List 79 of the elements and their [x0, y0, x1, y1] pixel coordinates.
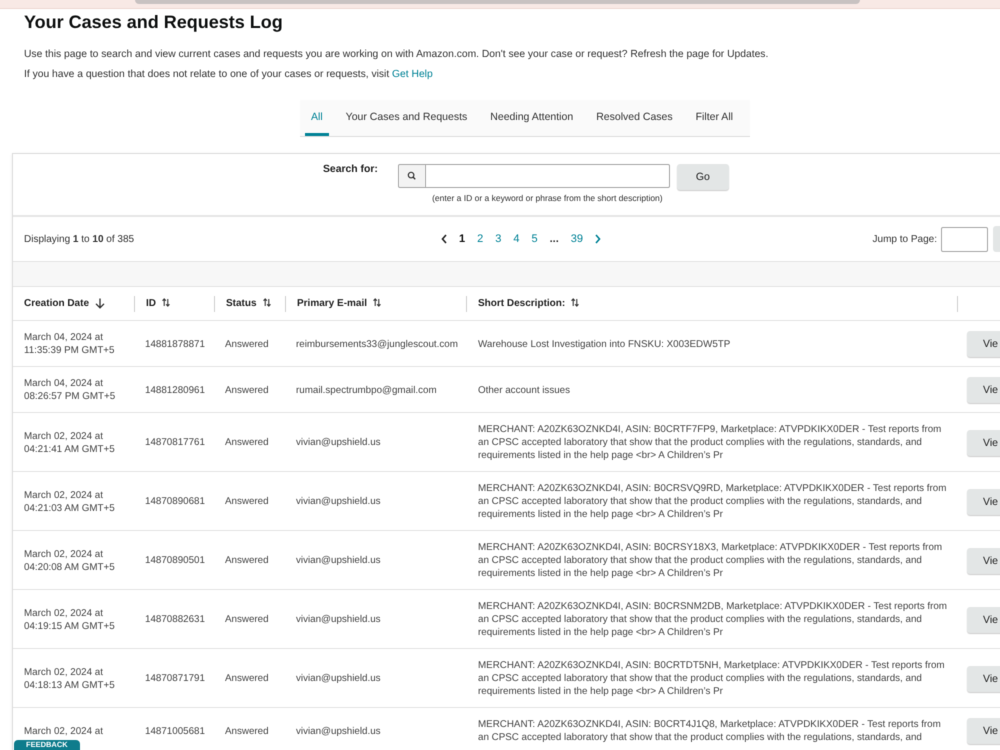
email-address: vivian@upshield.us	[296, 436, 382, 449]
view-button[interactable]: Vie	[967, 377, 1000, 403]
tab[interactable]: Resolved Cases	[590, 100, 679, 136]
column-header[interactable]: Short Description:	[466, 296, 957, 312]
case-status: Answered	[225, 554, 270, 567]
short-description: MERCHANT: A20ZK63OZNKD4I, ASIN: B0CRSNM2DB, Marketplace: ATVPDKIKX0DER - Test reports from an CPSC accepted laboratory that show that the product complies with the regulations, standards, and requirements listed in the help page <br> A Children’s Pr	[478, 600, 948, 639]
chevron-right-icon[interactable]	[595, 234, 602, 244]
case-id: 14870882631	[145, 613, 206, 626]
page-title: Your Cases and Requests Log	[24, 11, 283, 33]
creation-date: March 04, 2024 at 11:35:39 PM GMT+5	[24, 331, 116, 357]
column-header[interactable]: Primary E-mail	[285, 296, 466, 312]
email-address: vivian@upshield.us	[296, 672, 382, 685]
email-address: vivian@upshield.us	[296, 724, 382, 738]
page-ellipsis: ...	[550, 233, 559, 245]
search-field[interactable]	[398, 164, 670, 188]
view-button[interactable]: Vie	[967, 331, 1000, 357]
column-header[interactable]: Status	[214, 296, 285, 312]
case-status: Answered	[225, 384, 270, 396]
short-description: MERCHANT: A20ZK63OZNKD4I, ASIN: B0CRTF7FP9, Marketplace: ATVPDKIKX0DER - Test reports from an CPSC accepted laboratory that show that the product complies with the regulations, standards, and requirements listed in the help page <br> A Children’s Pr	[478, 423, 942, 462]
short-description: MERCHANT: A20ZK63OZNKD4I, ASIN: B0CRTDT5NH, Marketplace: ATVPDKIKX0DER - Test reports from an CPSC accepted laboratory that show that the product complies with the regulations, standards, and requirements listed in the help page <br> A Children’s Pr	[478, 659, 946, 698]
page-link[interactable]: 3	[495, 233, 502, 245]
tab[interactable]: Needing Attention	[484, 100, 580, 136]
chevron-left-icon[interactable]	[441, 234, 447, 244]
view-button[interactable]: Vie	[967, 718, 1000, 744]
creation-date: March 02, 2024 at 04:21:03 AM GMT+5	[24, 488, 116, 514]
case-id: 14870871791	[145, 672, 206, 685]
page-link[interactable]: 39	[570, 233, 584, 245]
short-description: MERCHANT: A20ZK63OZNKD4I, ASIN: B0CRSY18X3, Marketplace: ATVPDKIKX0DER - Test reports from an CPSC accepted laboratory that show that the product complies with the regulations, standards, and requirements listed in the help page <br> A Children’s Pr	[478, 541, 944, 580]
view-button[interactable]: Vie	[967, 430, 1000, 456]
search-label: Search for:	[323, 164, 378, 176]
search-icon	[398, 165, 426, 187]
case-id: 14871005681	[145, 724, 206, 738]
column-header[interactable]: ID	[134, 296, 214, 312]
short-description: MERCHANT: A20ZK63OZNKD4I, ASIN: B0CRSVQ9RD, Marketplace: ATVPDKIKX0DER - Test reports from an CPSC accepted laboratory that show that the product complies with the regulations, standards, and requirements listed in the help page <br> A Children’s Pr	[478, 482, 948, 521]
page-link[interactable]: 1	[459, 233, 466, 245]
tab[interactable]: All	[305, 100, 329, 136]
page-link[interactable]: 4	[513, 233, 520, 245]
view-button[interactable]: Vie	[967, 488, 1000, 514]
creation-date: March 02, 2024 at 04:21:41 AM GMT+5	[24, 430, 116, 456]
creation-date: March 02, 2024 at 04:19:15 AM GMT+5	[24, 606, 116, 632]
email-address: vivian@upshield.us	[296, 495, 382, 508]
go-button[interactable]: Go	[676, 164, 729, 190]
jump-page-field[interactable]	[941, 226, 988, 252]
page-link[interactable]: 2	[477, 233, 484, 245]
case-status: Answered	[225, 672, 270, 685]
results-summary: Displaying 1 to 10 of 385	[24, 234, 134, 244]
case-id: 14870890681	[145, 495, 206, 508]
short-description: Other account issues	[478, 384, 572, 396]
email-address: vivian@upshield.us	[296, 554, 382, 567]
case-status: Answered	[225, 495, 270, 508]
creation-date: March 02, 2024 at	[24, 724, 104, 738]
case-status: Answered	[225, 613, 270, 626]
short-description: Warehouse Lost Investigation into FNSKU: X003EDW5TP	[478, 338, 732, 350]
case-status: Answered	[225, 436, 270, 449]
view-button[interactable]: Vie	[967, 666, 1000, 692]
creation-date: March 02, 2024 at 04:20:08 AM GMT+5	[24, 548, 116, 574]
case-id: 14870817761	[145, 436, 206, 449]
page-link[interactable]: 5	[532, 233, 538, 245]
creation-date: March 04, 2024 at 08:26:57 PM GMT+5	[24, 377, 116, 403]
help-text: If you have a question that does not relate to one of your cases or requests, visit Get Help	[24, 68, 433, 82]
intro-text: Use this page to search and view current cases and requests you are working on with Amazon.com. Don't see your case or request? Refresh the page for Updates.	[24, 48, 768, 62]
short-description: MERCHANT: A20ZK63OZNKD4I, ASIN: B0CRT4J1Q8, Marketplace: ATVPDKIKX0DER - Test reports from an CPSC accepted laboratory that show that the product complies with the regulations, standards, and	[478, 718, 942, 744]
case-status: Answered	[225, 338, 270, 350]
case-id: 14881280961	[145, 384, 206, 396]
email-address: reimbursements33@junglescout.com	[296, 338, 459, 350]
view-button[interactable]: Vie	[967, 548, 1000, 574]
case-status: Answered	[225, 724, 270, 738]
get-help-link[interactable]: Get Help	[392, 69, 433, 80]
jump-label: Jump to Page:	[872, 234, 937, 244]
view-button[interactable]: Vie	[967, 606, 1000, 632]
case-id: 14881878871	[145, 338, 206, 350]
case-id: 14870890501	[145, 554, 206, 567]
column-header[interactable]: Creation Date	[13, 296, 134, 312]
creation-date: March 02, 2024 at 04:18:13 AM GMT+5	[24, 666, 116, 692]
tab[interactable]: Filter All	[690, 100, 739, 136]
email-address: rumail.spectrumbpo@gmail.com	[296, 384, 438, 396]
tab[interactable]: Your Cases and Requests	[340, 100, 474, 136]
search-hint: (enter a ID or a keyword or phrase from the short description)	[431, 193, 664, 203]
email-address: vivian@upshield.us	[296, 613, 382, 626]
